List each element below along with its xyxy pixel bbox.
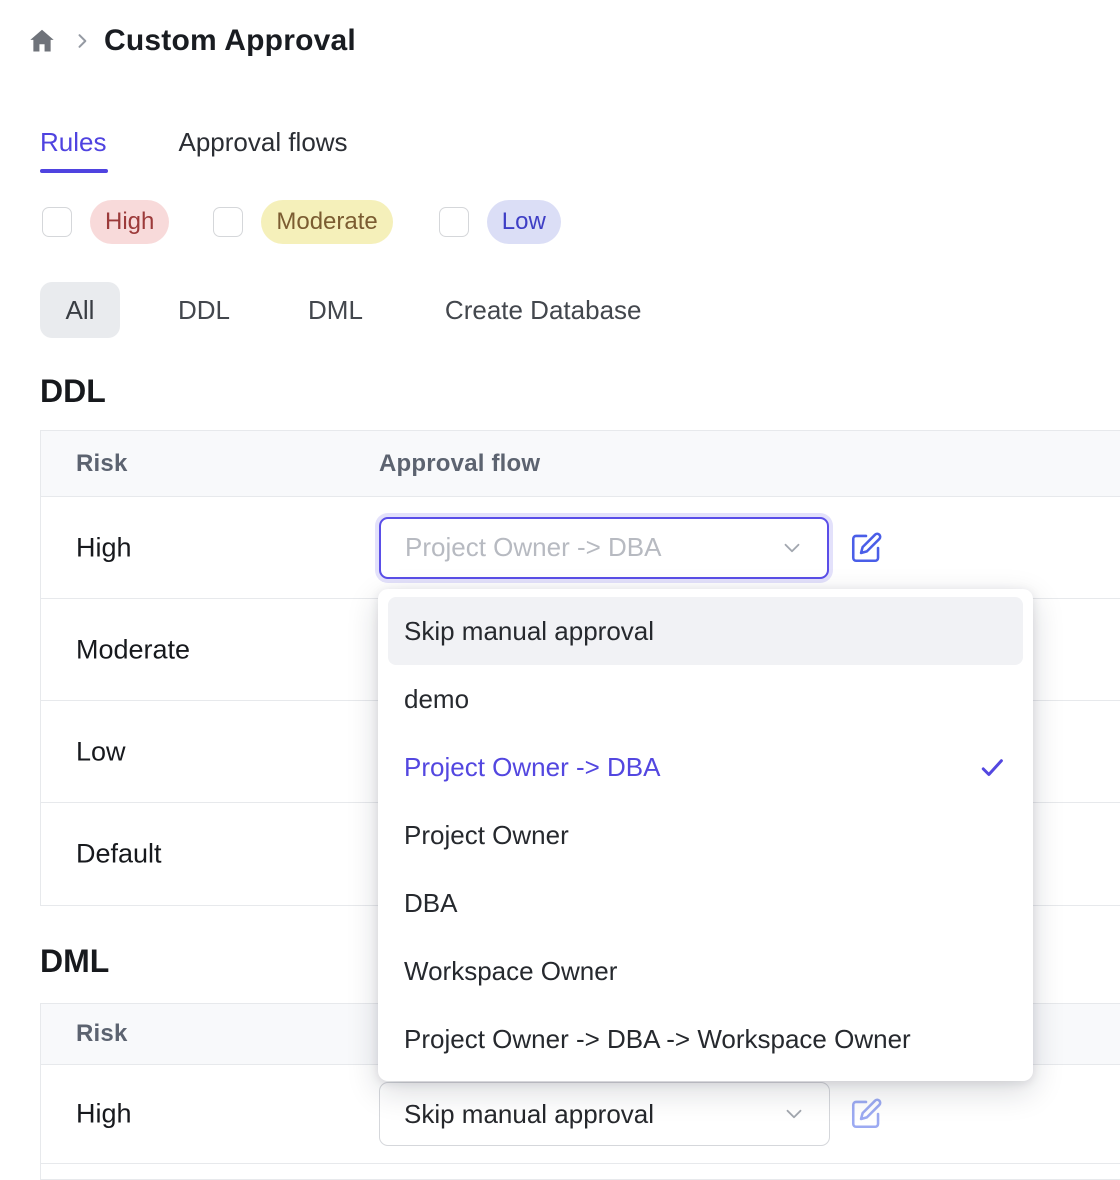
category-tab-ddl[interactable]: DDL xyxy=(178,295,230,326)
dropdown-option-project-owner[interactable]: Project Owner xyxy=(388,801,1023,869)
chevron-down-icon xyxy=(779,535,805,561)
option-label: demo xyxy=(404,684,469,715)
section-title-dml: DML xyxy=(40,944,109,978)
table-row-partial xyxy=(41,1164,1120,1180)
edit-icon xyxy=(849,531,883,565)
low-risk-checkbox[interactable] xyxy=(439,207,469,237)
dml-high-approval-flow-select[interactable]: Skip manual approval xyxy=(379,1082,830,1146)
risk-label: Default xyxy=(76,839,162,870)
chevron-right-icon xyxy=(72,31,92,51)
tab-bar: Rules Approval flows xyxy=(40,127,348,158)
home-icon[interactable] xyxy=(28,27,56,55)
option-label: Project Owner -> DBA xyxy=(404,752,660,783)
moderate-risk-badge[interactable]: Moderate xyxy=(261,200,392,244)
section-title-ddl: DDL xyxy=(40,374,106,408)
high-risk-badge[interactable]: High xyxy=(90,200,169,244)
active-tab-underline xyxy=(40,169,108,173)
ddl-table-header: Risk Approval flow xyxy=(41,431,1120,497)
dropdown-option-project-owner-dba[interactable]: Project Owner -> DBA xyxy=(388,733,1023,801)
dropdown-option-demo[interactable]: demo xyxy=(388,665,1023,733)
table-row-ddl-high: High Project Owner -> DBA xyxy=(41,497,1120,599)
column-header-risk: Risk xyxy=(76,450,128,478)
column-header-approval-flow: Approval flow xyxy=(379,450,540,478)
risk-label: High xyxy=(76,532,132,563)
approval-flow-dropdown: Skip manual approval demo Project Owner … xyxy=(378,589,1033,1081)
edit-approval-flow-button[interactable] xyxy=(849,531,883,565)
option-label: Project Owner -> DBA -> Workspace Owner xyxy=(404,1024,911,1055)
page-title: Custom Approval xyxy=(104,24,356,58)
risk-label: High xyxy=(76,1099,132,1130)
tab-approval-flows[interactable]: Approval flows xyxy=(178,127,347,158)
dropdown-option-workspace-owner[interactable]: Workspace Owner xyxy=(388,937,1023,1005)
select-value: Skip manual approval xyxy=(404,1099,654,1130)
high-risk-checkbox[interactable] xyxy=(42,207,72,237)
risk-label: Moderate xyxy=(76,634,190,665)
dropdown-option-project-owner-dba-workspace-owner[interactable]: Project Owner -> DBA -> Workspace Owner xyxy=(388,1005,1023,1073)
option-label: DBA xyxy=(404,888,457,919)
category-tab-dml[interactable]: DML xyxy=(308,295,363,326)
tab-rules[interactable]: Rules xyxy=(40,127,106,158)
category-tab-bar: All DDL DML Create Database xyxy=(40,282,641,338)
breadcrumb: Custom Approval xyxy=(28,22,356,60)
option-label: Workspace Owner xyxy=(404,956,617,987)
option-label: Project Owner xyxy=(404,820,569,851)
risk-filter-row: High Moderate Low xyxy=(42,200,561,244)
edit-icon xyxy=(849,1097,883,1131)
moderate-risk-checkbox[interactable] xyxy=(213,207,243,237)
edit-approval-flow-button[interactable] xyxy=(849,1097,883,1131)
column-header-risk: Risk xyxy=(76,1020,128,1048)
dropdown-option-dba[interactable]: DBA xyxy=(388,869,1023,937)
select-value: Project Owner -> DBA xyxy=(405,532,661,563)
category-tab-all[interactable]: All xyxy=(40,282,120,338)
category-tab-create-database[interactable]: Create Database xyxy=(445,295,642,326)
risk-label: Low xyxy=(76,736,126,767)
check-icon xyxy=(977,752,1007,782)
option-label: Skip manual approval xyxy=(404,616,654,647)
ddl-high-approval-flow-select[interactable]: Project Owner -> DBA xyxy=(379,517,829,579)
chevron-down-icon xyxy=(781,1101,807,1127)
low-risk-badge[interactable]: Low xyxy=(487,200,561,244)
dropdown-option-skip-manual-approval[interactable]: Skip manual approval xyxy=(388,597,1023,665)
